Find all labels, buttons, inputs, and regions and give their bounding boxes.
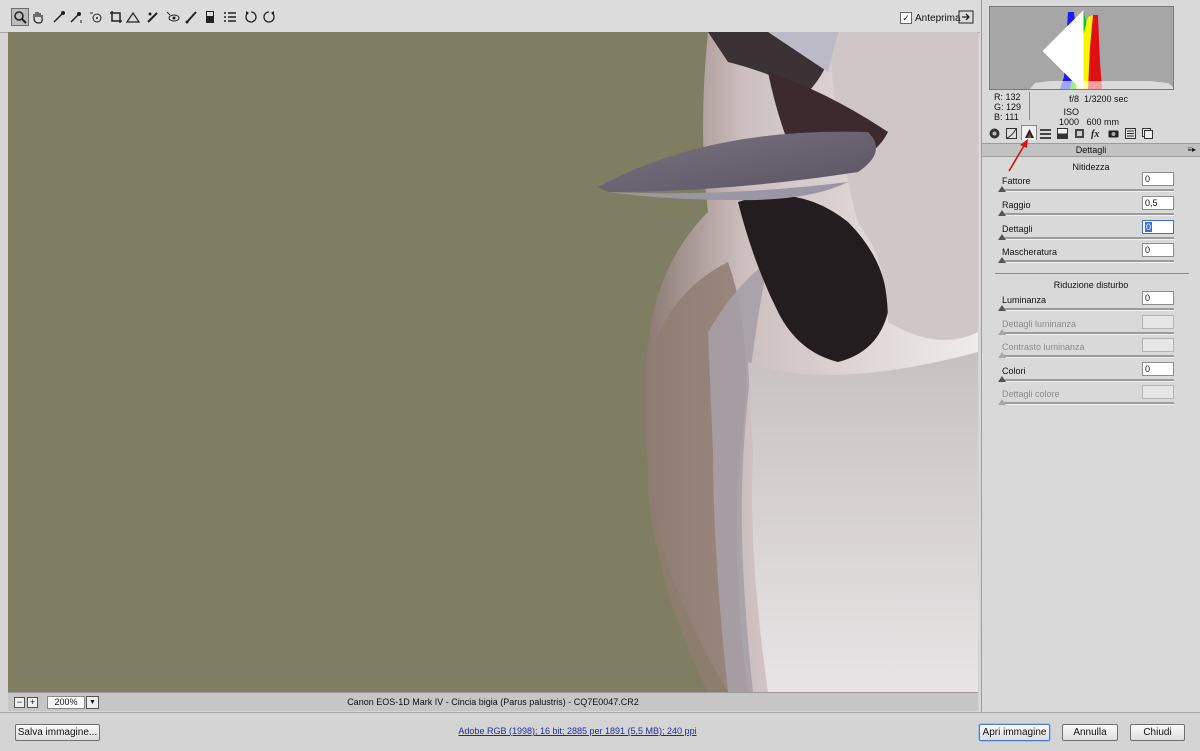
slider-track bbox=[1000, 332, 1174, 335]
luminance-detail-value-field bbox=[1142, 315, 1174, 329]
slider-thumb bbox=[998, 329, 1006, 335]
preview-label: Anteprima bbox=[915, 12, 961, 24]
preferences-icon[interactable] bbox=[222, 9, 238, 25]
annotation-arrow bbox=[1008, 139, 1028, 172]
slider-track bbox=[1000, 355, 1174, 358]
b-label: B: bbox=[994, 112, 1003, 122]
slider-label: Contrasto luminanza bbox=[1002, 342, 1085, 352]
info-divider bbox=[1029, 92, 1030, 120]
slider-label: Dettagli bbox=[1002, 224, 1033, 234]
detail-value-text: 0 bbox=[1145, 222, 1153, 232]
slider-label: Luminanza bbox=[1002, 295, 1047, 305]
slider-raggio: Raggio 0,5 bbox=[998, 196, 1174, 222]
highlight-clipping-icon[interactable] bbox=[1162, 10, 1174, 90]
lens-corrections-icon[interactable] bbox=[1072, 126, 1086, 140]
g-label: G: bbox=[994, 102, 1004, 112]
section-title: Dettagli bbox=[1075, 145, 1107, 155]
slider-thumb[interactable] bbox=[998, 210, 1006, 216]
exif-readout: f/8 1/3200 sec ISO 1000 600 mm bbox=[1043, 94, 1173, 127]
radius-value-field[interactable]: 0,5 bbox=[1142, 196, 1174, 210]
iso-value: ISO 1000 bbox=[1058, 107, 1079, 127]
luminance-value-field[interactable]: 0 bbox=[1142, 291, 1174, 305]
masking-value-field[interactable]: 0 bbox=[1142, 243, 1174, 257]
slider-label: Raggio bbox=[1002, 200, 1031, 210]
split-toning-icon[interactable] bbox=[1055, 126, 1069, 140]
slider-thumb bbox=[998, 352, 1006, 358]
shutter-value: 1/3200 sec bbox=[1084, 94, 1129, 104]
slider-mascheratura: Mascheratura 0 bbox=[998, 243, 1174, 269]
slider-thumb[interactable] bbox=[998, 186, 1006, 192]
bird-photo bbox=[8, 32, 978, 692]
color-value-field[interactable]: 0 bbox=[1142, 362, 1174, 376]
open-image-button[interactable]: Apri immagine bbox=[979, 724, 1050, 741]
target-adjust-icon[interactable] bbox=[88, 9, 104, 25]
rotate-right-icon[interactable] bbox=[261, 9, 277, 25]
right-panel: R: 132 G: 129 B: 111 f/8 1/3200 sec ISO … bbox=[981, 0, 1200, 712]
slider-thumb[interactable] bbox=[998, 234, 1006, 240]
slider-thumb[interactable] bbox=[998, 376, 1006, 382]
status-bar: − + 200% ▼ Canon EOS-1D Mark IV - Cincia… bbox=[8, 692, 978, 711]
slider-label: Colori bbox=[1002, 366, 1026, 376]
b-value: 111 bbox=[1005, 112, 1019, 122]
shadow-clipping-icon[interactable] bbox=[992, 10, 1174, 90]
hsl-icon[interactable] bbox=[1038, 126, 1052, 140]
r-value: 132 bbox=[1005, 92, 1021, 102]
histogram bbox=[989, 6, 1174, 90]
hand-icon[interactable] bbox=[30, 9, 46, 25]
bottom-bar: Salva immagine... Adobe RGB (1998); 16 b… bbox=[0, 712, 1200, 751]
slider-track bbox=[1000, 402, 1174, 405]
slider-label: Dettagli colore bbox=[1002, 389, 1060, 399]
zoom-icon[interactable] bbox=[11, 8, 29, 26]
amount-value-field[interactable]: 0 bbox=[1142, 172, 1174, 186]
r-label: R: bbox=[994, 92, 1003, 102]
slider-thumb[interactable] bbox=[998, 305, 1006, 311]
preview-checkbox[interactable]: ✓ bbox=[900, 12, 912, 24]
fullscreen-icon[interactable] bbox=[958, 10, 974, 24]
crop-icon[interactable] bbox=[108, 9, 124, 25]
slider-label: Dettagli luminanza bbox=[1002, 319, 1077, 329]
slider-track[interactable] bbox=[1000, 237, 1174, 240]
adjustment-brush-icon[interactable] bbox=[183, 9, 199, 25]
g-value: 129 bbox=[1006, 102, 1022, 112]
presets-icon[interactable] bbox=[1123, 126, 1137, 140]
noise-reduction-title: Riduzione disturbo bbox=[1053, 280, 1129, 290]
cancel-button[interactable]: Annulla bbox=[1062, 724, 1118, 741]
toolbar: ✓ Anteprima bbox=[0, 0, 980, 33]
slider-thumb[interactable] bbox=[998, 257, 1006, 263]
color-sampler-icon[interactable] bbox=[68, 9, 84, 25]
file-info-text: Canon EOS-1D Mark IV - Cincia bigia (Par… bbox=[347, 697, 639, 707]
slider-dettagli-colore: Dettagli colore bbox=[998, 385, 1174, 411]
slider-fattore: Fattore 0 bbox=[998, 172, 1174, 198]
snapshots-icon[interactable] bbox=[1140, 126, 1154, 140]
red-eye-icon[interactable] bbox=[165, 9, 181, 25]
slider-track[interactable] bbox=[1000, 308, 1174, 311]
luminance-contrast-value-field bbox=[1142, 338, 1174, 352]
preview-toggle[interactable]: ✓ Anteprima bbox=[900, 12, 961, 24]
basic-icon[interactable] bbox=[987, 126, 1001, 140]
slider-track[interactable] bbox=[1000, 189, 1174, 192]
image-canvas[interactable] bbox=[8, 32, 978, 692]
aperture-value: f/8 bbox=[1068, 94, 1079, 104]
white-balance-icon[interactable] bbox=[51, 9, 67, 25]
spot-removal-icon[interactable] bbox=[145, 9, 161, 25]
rgb-readout: R: 132 G: 129 B: 111 bbox=[994, 92, 1021, 122]
group-divider bbox=[995, 273, 1189, 274]
svg-text:fx: fx bbox=[1091, 129, 1099, 139]
slider-track[interactable] bbox=[1000, 260, 1174, 263]
panel-menu-icon[interactable]: ≡▸ bbox=[1187, 144, 1196, 156]
rotate-left-icon[interactable] bbox=[243, 9, 259, 25]
slider-track[interactable] bbox=[1000, 379, 1174, 382]
color-detail-value-field bbox=[1142, 385, 1174, 399]
effects-icon[interactable]: fx bbox=[1089, 126, 1103, 140]
slider-luminanza: Luminanza 0 bbox=[998, 291, 1174, 317]
slider-thumb bbox=[998, 399, 1006, 405]
slider-contrasto-luminanza: Contrasto luminanza bbox=[998, 338, 1174, 364]
detail-value-field[interactable]: 0 bbox=[1142, 220, 1174, 234]
slider-track[interactable] bbox=[1000, 213, 1174, 216]
close-button[interactable]: Chiudi bbox=[1130, 724, 1185, 741]
camera-calibration-icon[interactable] bbox=[1106, 126, 1120, 140]
graduated-filter-icon[interactable] bbox=[202, 9, 218, 25]
slider-label: Mascheratura bbox=[1002, 247, 1058, 257]
straighten-icon[interactable] bbox=[125, 9, 141, 25]
